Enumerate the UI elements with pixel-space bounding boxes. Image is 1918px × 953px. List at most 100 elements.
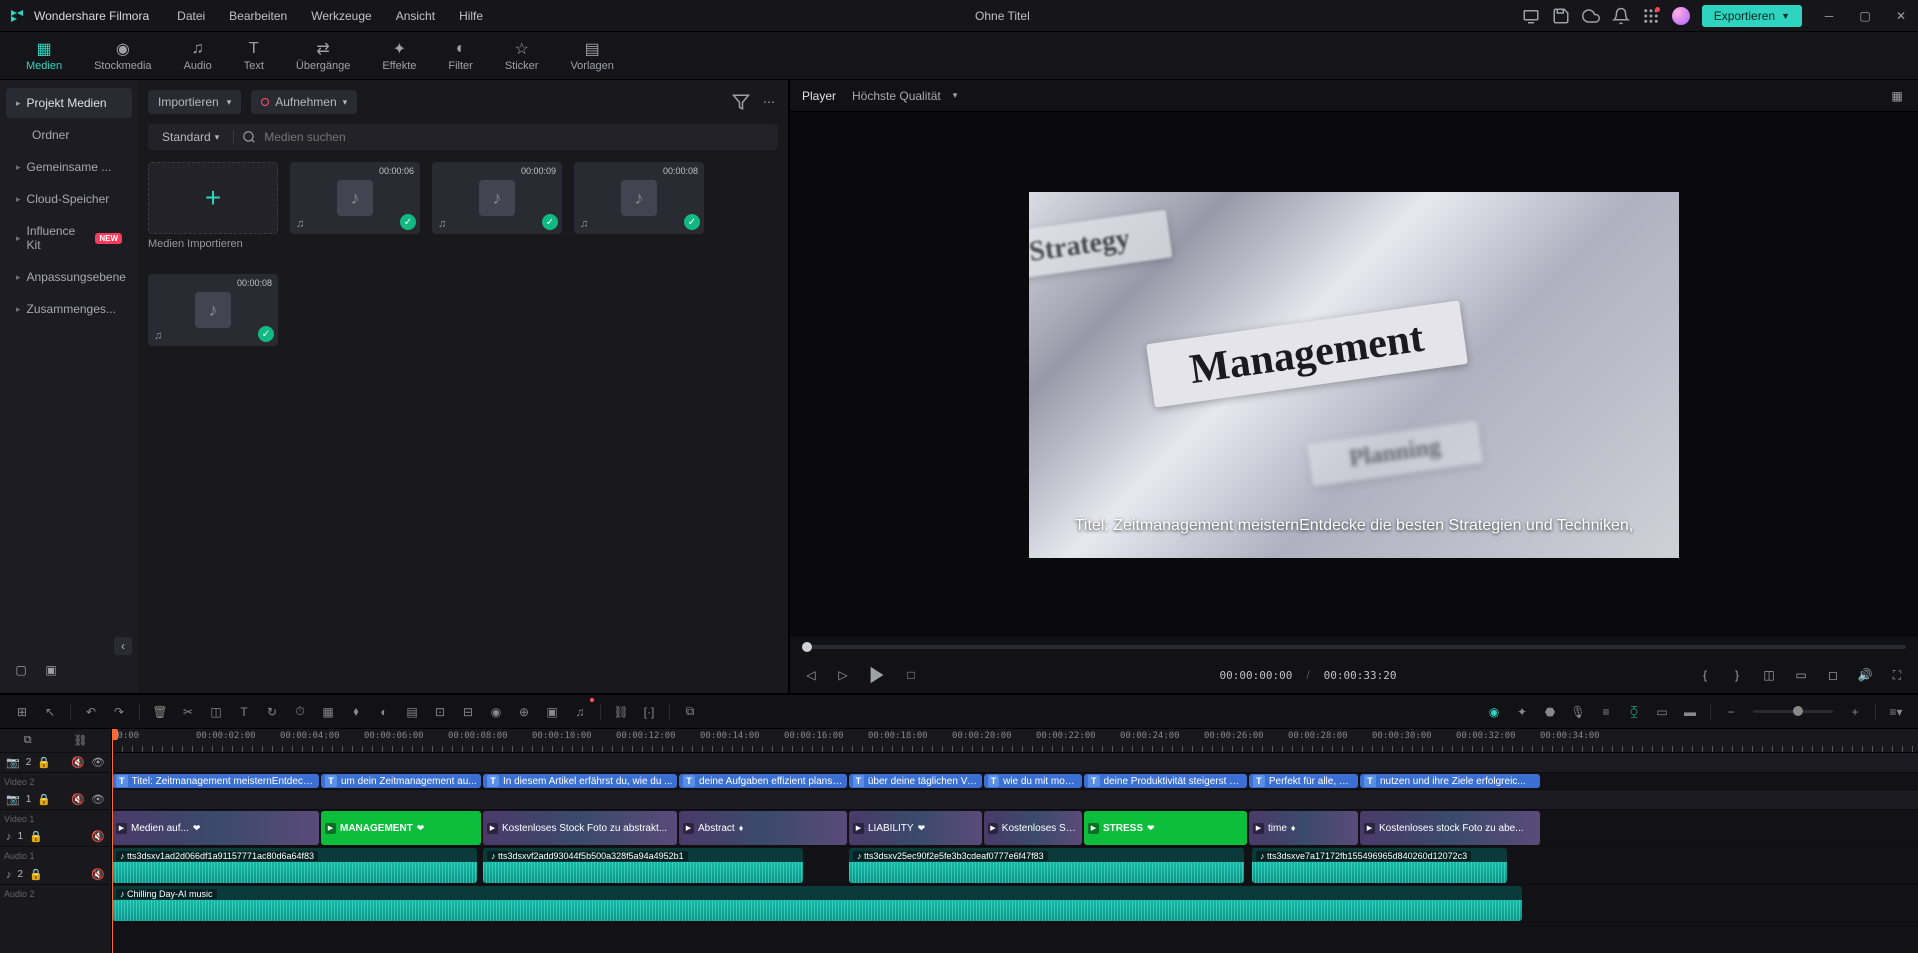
- marker-tool[interactable]: ⬣: [1538, 700, 1562, 724]
- tab-vorlagen[interactable]: ▤Vorlagen: [556, 36, 627, 76]
- video1-lock-icon[interactable]: 🔒: [37, 793, 51, 806]
- display-icon[interactable]: ▭: [1792, 666, 1810, 684]
- track-video1[interactable]: ▶Medien auf...❤▶MANAGEMENT❤▶Kostenloses …: [112, 810, 1918, 847]
- video-clip[interactable]: ▶Kostenloses Stoc...: [984, 811, 1082, 845]
- snapshot-panel-icon[interactable]: ▦: [1888, 87, 1906, 105]
- select-tool[interactable]: ⊞: [10, 700, 34, 724]
- speed-tool[interactable]: ⏱: [288, 700, 312, 724]
- record-dropdown[interactable]: Aufnehmen▾: [251, 90, 357, 114]
- import-media-card[interactable]: +: [148, 162, 278, 234]
- tab-text[interactable]: TText: [230, 36, 278, 76]
- screen-icon[interactable]: [1522, 7, 1540, 25]
- sidebar-anpassungsebene[interactable]: ▸Anpassungsebene: [6, 262, 132, 292]
- video-clip[interactable]: ▶Medien auf...❤: [112, 811, 319, 845]
- zoom-in-button[interactable]: +: [1843, 700, 1867, 724]
- title-clip[interactable]: Tdeine Aufgaben effizient planst...: [679, 774, 847, 788]
- close-button[interactable]: ✕: [1892, 7, 1910, 25]
- mask-tool[interactable]: ◐: [372, 700, 396, 724]
- video-clip[interactable]: ▶time♦: [1249, 811, 1358, 845]
- tab-sticker[interactable]: ☆Sticker: [491, 36, 553, 76]
- title-clip[interactable]: Tnutzen und ihre Ziele erfolgreic...: [1360, 774, 1540, 788]
- title-clip[interactable]: TIn diesem Artikel erfährst du, wie du .…: [483, 774, 677, 788]
- pointer-tool[interactable]: ↖: [38, 700, 62, 724]
- menu-bearbeiten[interactable]: Bearbeiten: [229, 9, 287, 23]
- menu-datei[interactable]: Datei: [177, 9, 205, 23]
- sidebar-collapse-button[interactable]: ‹: [114, 637, 132, 655]
- audio1-lock-icon[interactable]: 🔒: [29, 830, 43, 843]
- timeline-view-tool[interactable]: ≡▾: [1884, 700, 1908, 724]
- video2-eye-icon[interactable]: 👁: [91, 756, 105, 769]
- volume-icon[interactable]: 🔊: [1856, 666, 1874, 684]
- sidebar-zusammen[interactable]: ▸Zusammenges...: [6, 294, 132, 324]
- magnet-tool[interactable]: ⧲: [1622, 700, 1646, 724]
- menu-hilfe[interactable]: Hilfe: [459, 9, 483, 23]
- bell-icon[interactable]: [1612, 7, 1630, 25]
- media-clip-3[interactable]: 00:00:08♪♫✓: [574, 162, 704, 234]
- keyframe-tool[interactable]: ⬧: [344, 700, 368, 724]
- user-avatar[interactable]: [1672, 7, 1690, 25]
- menu-werkzeuge[interactable]: Werkzeuge: [311, 9, 371, 23]
- video1-mute-icon[interactable]: 🔇: [71, 793, 85, 806]
- render-tool[interactable]: ✦: [1510, 700, 1534, 724]
- title-clip[interactable]: Tüber deine täglichen Verp...: [849, 774, 982, 788]
- audio-clip[interactable]: ♪ tts3dsxve7a17172fb155496965d840260d120…: [1252, 848, 1507, 883]
- import-dropdown[interactable]: Importieren▾: [148, 90, 241, 114]
- filter-icon[interactable]: [732, 93, 750, 111]
- video-preview[interactable]: Management Strategy Planning Titel: Zeit…: [1029, 192, 1679, 558]
- track-size-tool[interactable]: ▬: [1678, 700, 1702, 724]
- preview-tab-player[interactable]: Player: [802, 89, 836, 103]
- title-clip[interactable]: Tdeine Produktivität steigerst un...: [1084, 774, 1247, 788]
- delete-button[interactable]: 🗑: [148, 700, 172, 724]
- save-icon[interactable]: [1552, 7, 1570, 25]
- quality-dropdown[interactable]: Höchste Qualität▾: [852, 89, 957, 103]
- audio2-mute-icon[interactable]: 🔇: [91, 868, 105, 881]
- tab-medien[interactable]: ▦Medien: [12, 36, 76, 76]
- audio1-mute-icon[interactable]: 🔇: [91, 830, 105, 843]
- fullscreen-icon[interactable]: ⛶: [1888, 666, 1906, 684]
- tool-f[interactable]: ▣: [540, 700, 564, 724]
- minimize-button[interactable]: ─: [1820, 7, 1838, 25]
- maximize-button[interactable]: ▢: [1856, 7, 1874, 25]
- media-clip-4[interactable]: 00:00:08♪♫✓: [148, 274, 278, 346]
- video-clip[interactable]: ▶STRESS❤: [1084, 811, 1247, 845]
- bracket-close-icon[interactable]: }: [1728, 666, 1746, 684]
- media-clip-2[interactable]: 00:00:09♪♫✓: [432, 162, 562, 234]
- video2-mute-icon[interactable]: 🔇: [71, 756, 85, 769]
- sidebar-ordner[interactable]: Ordner: [6, 120, 132, 150]
- tab-stockmedia[interactable]: ◉Stockmedia: [80, 36, 165, 76]
- search-mode-dropdown[interactable]: Standard▾: [156, 128, 225, 146]
- search-input[interactable]: [264, 130, 770, 144]
- group-tool[interactable]: [·]: [637, 700, 661, 724]
- track-audio1[interactable]: ♪ tts3dsxv1ad2d066df1a91157771ac80d6a64f…: [112, 847, 1918, 885]
- sidebar-influence-kit[interactable]: ▸Influence KitNEW: [6, 216, 132, 260]
- sidebar-projekt-medien[interactable]: ▸Projekt Medien: [6, 88, 132, 118]
- video-clip[interactable]: ▶Kostenloses Stock Foto zu abstrakt...: [483, 811, 677, 845]
- audio-tool[interactable]: ♫: [568, 700, 592, 724]
- audio-clip[interactable]: ♪ tts3dsxvf2add93044f5b500a328f5a94a4952…: [483, 848, 803, 883]
- playhead[interactable]: [112, 729, 113, 953]
- zoom-out-button[interactable]: −: [1719, 700, 1743, 724]
- ai-tool[interactable]: ◉: [1482, 700, 1506, 724]
- mixer-tool[interactable]: ≡: [1594, 700, 1618, 724]
- stop-button[interactable]: □: [902, 666, 920, 684]
- prev-frame-button[interactable]: ◁: [802, 666, 820, 684]
- bracket-open-icon[interactable]: {: [1696, 666, 1714, 684]
- tool-e[interactable]: ⊕: [512, 700, 536, 724]
- redo-button[interactable]: ↷: [107, 700, 131, 724]
- compare-icon[interactable]: ◫: [1760, 666, 1778, 684]
- track-video2[interactable]: TTitel: Zeitmanagement meisternEntdecke.…: [112, 773, 1918, 790]
- video-clip[interactable]: ▶Kostenloses stock Foto zu abe...: [1360, 811, 1540, 845]
- audio-clip[interactable]: ♪ tts3dsxv1ad2d066df1a91157771ac80d6a64f…: [112, 848, 477, 883]
- ripple-tool[interactable]: ▭: [1650, 700, 1674, 724]
- play-back-button[interactable]: ▷: [834, 666, 852, 684]
- media-clip-1[interactable]: 00:00:06♪♫✓: [290, 162, 420, 234]
- tool-d[interactable]: ◉: [484, 700, 508, 724]
- cut-tool[interactable]: ✂: [176, 700, 200, 724]
- tab-uebergaenge[interactable]: ⇄Übergänge: [282, 36, 364, 76]
- more-icon[interactable]: ⋯: [760, 93, 778, 111]
- video2-lock-icon[interactable]: 🔒: [37, 756, 51, 769]
- export-button[interactable]: Exportieren▼: [1702, 5, 1802, 27]
- timeline-ruler[interactable]: 00:0000:00:02:0000:00:04:0000:00:06:0000…: [112, 729, 1918, 753]
- audio-clip[interactable]: ♪ Chilling Day-AI music: [112, 886, 1522, 921]
- menu-ansicht[interactable]: Ansicht: [396, 9, 435, 23]
